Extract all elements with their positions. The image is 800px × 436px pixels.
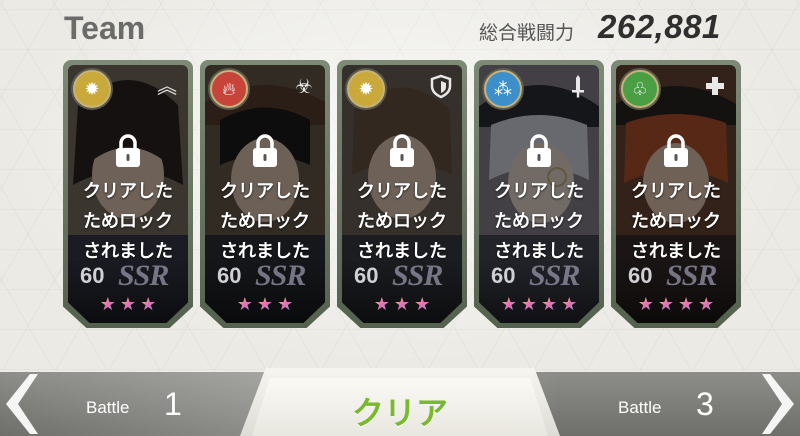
level-value: 60 bbox=[354, 263, 379, 288]
fire-element-icon: 🔥︎ bbox=[210, 70, 248, 108]
star-icon: ★ bbox=[277, 294, 294, 315]
card-frame: ✹ ︽ クリアした ためロック されました 60 SSR ★ ★ ★ bbox=[68, 65, 188, 323]
lock-message-line-1: クリアした bbox=[220, 181, 310, 202]
chevrons-up-icon: ︽ bbox=[157, 74, 177, 98]
level-value: 60 bbox=[491, 263, 516, 288]
character-card-3[interactable]: ✹ クリアした ためロック されました 60 SSR ★ ★ ★ bbox=[337, 60, 467, 328]
rarity-label: SSR bbox=[118, 259, 169, 292]
star-icon: ★ bbox=[119, 294, 137, 315]
level-value: 60 bbox=[628, 263, 653, 288]
star-rating: ★ ★ ★ ★ bbox=[479, 294, 599, 315]
clear-status-label: クリア bbox=[351, 394, 448, 432]
rarity-label: SSR bbox=[392, 259, 443, 292]
lock-message-line-1: クリアした bbox=[494, 181, 584, 202]
lock-message-line-1: クリアした bbox=[631, 181, 721, 202]
sword-icon bbox=[572, 75, 584, 98]
star-icon: ★ bbox=[541, 294, 558, 315]
lock-message: クリアした ためロック されました bbox=[479, 177, 599, 267]
next-battle-label[interactable]: Battle bbox=[618, 398, 661, 418]
prev-battle-number[interactable]: 1 bbox=[164, 386, 182, 423]
star-rating: ★ ★ ★ ★ bbox=[616, 294, 736, 315]
star-icon: ★ bbox=[99, 294, 116, 315]
light-element-icon: ✹ bbox=[73, 70, 111, 108]
star-icon: ★ bbox=[678, 294, 695, 315]
lock-icon bbox=[664, 134, 688, 167]
star-icon: ★ bbox=[373, 294, 390, 315]
star-icon: ★ bbox=[637, 294, 654, 315]
lock-message: クリアした ためロック されました bbox=[616, 177, 736, 267]
star-rating: ★ ★ ★ bbox=[68, 294, 188, 315]
star-rating: ★ ★ ★ bbox=[205, 294, 325, 315]
lock-icon bbox=[390, 134, 414, 167]
rarity-label: SSR bbox=[666, 259, 717, 292]
star-icon: ★ bbox=[140, 294, 157, 315]
lock-message-line-2: ためロック bbox=[631, 211, 721, 232]
page-title: Team bbox=[64, 10, 146, 46]
star-icon: ★ bbox=[657, 294, 674, 315]
character-card-4[interactable]: ⁂ クリアした ためロック されました 60 SSR ★ ★ ★ ★ bbox=[474, 60, 604, 328]
card-frame: ✹ クリアした ためロック されました 60 SSR ★ ★ ★ bbox=[342, 65, 462, 323]
star-icon: ★ bbox=[698, 294, 715, 315]
lock-message-line-1: クリアした bbox=[83, 181, 173, 202]
lock-icon bbox=[116, 134, 140, 167]
card-frame: ⁂ クリアした ためロック されました 60 SSR ★ ★ ★ ★ bbox=[479, 65, 599, 323]
total-power-label: 総合戦闘力 bbox=[479, 22, 575, 44]
water-element-icon: ⁂ bbox=[484, 70, 522, 108]
rarity-label: SSR bbox=[255, 259, 306, 292]
lock-message-line-1: クリアした bbox=[357, 181, 447, 202]
star-icon: ★ bbox=[561, 294, 578, 315]
level-value: 60 bbox=[217, 263, 242, 288]
biohazard-icon: ☣ bbox=[295, 74, 313, 98]
cross-icon bbox=[706, 77, 724, 95]
star-icon: ★ bbox=[520, 294, 537, 315]
star-icon: ★ bbox=[414, 294, 431, 315]
prev-arrow-button[interactable] bbox=[0, 372, 40, 436]
star-icon: ★ bbox=[500, 294, 517, 315]
card-frame: 🔥︎ ☣ クリアした ためロック されました 60 SSR ★ ★ ★ bbox=[205, 65, 325, 323]
star-icon: ★ bbox=[393, 294, 411, 315]
lock-message: クリアした ためロック されました bbox=[205, 177, 325, 267]
lock-message: クリアした ためロック されました bbox=[68, 177, 188, 267]
shield-icon bbox=[430, 74, 452, 99]
lock-message-line-2: ためロック bbox=[494, 211, 584, 232]
character-card-2[interactable]: 🔥︎ ☣ クリアした ためロック されました 60 SSR ★ ★ ★ bbox=[200, 60, 330, 328]
wind-element-icon: ♧ bbox=[621, 70, 659, 108]
next-battle-number[interactable]: 3 bbox=[696, 386, 714, 423]
next-arrow-button[interactable] bbox=[760, 372, 800, 436]
star-icon: ★ bbox=[256, 294, 274, 315]
prev-battle-label[interactable]: Battle bbox=[86, 398, 129, 418]
total-power-value: 262,881 bbox=[598, 8, 721, 45]
character-card-5[interactable]: ♧ クリアした ためロック されました 60 SSR ★ ★ ★ ★ bbox=[611, 60, 741, 328]
lock-message: クリアした ためロック されました bbox=[342, 177, 462, 267]
level-value: 60 bbox=[80, 263, 105, 288]
star-rating: ★ ★ ★ bbox=[342, 294, 462, 315]
star-icon: ★ bbox=[236, 294, 253, 315]
character-card-1[interactable]: ✹ ︽ クリアした ためロック されました 60 SSR ★ ★ ★ bbox=[63, 60, 193, 328]
lock-icon bbox=[253, 134, 277, 167]
lock-icon bbox=[527, 134, 551, 167]
light-element-icon: ✹ bbox=[347, 70, 385, 108]
rarity-label: SSR bbox=[529, 259, 580, 292]
lock-message-line-2: ためロック bbox=[357, 211, 447, 232]
lock-message-line-2: ためロック bbox=[220, 211, 310, 232]
lock-message-line-2: ためロック bbox=[83, 211, 173, 232]
card-frame: ♧ クリアした ためロック されました 60 SSR ★ ★ ★ ★ bbox=[616, 65, 736, 323]
